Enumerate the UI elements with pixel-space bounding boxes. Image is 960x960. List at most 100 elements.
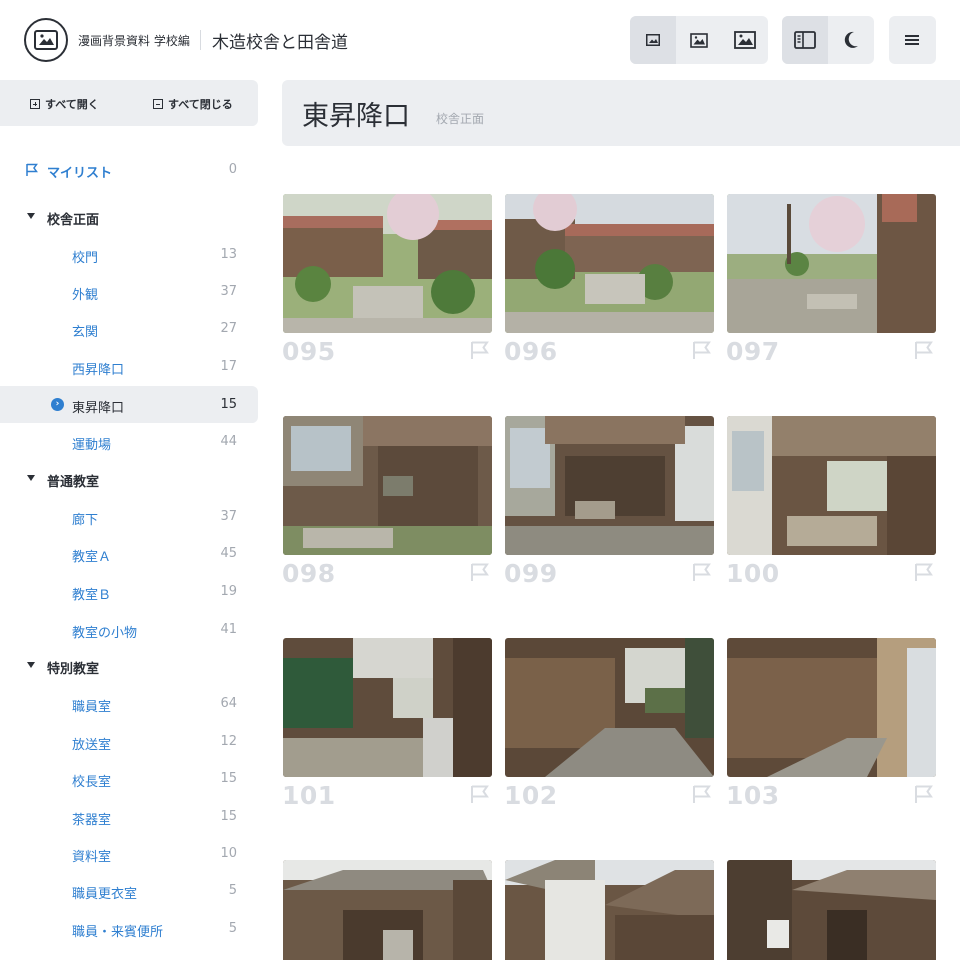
sidebar-toggle-button[interactable] (782, 16, 828, 64)
sidebar-item-count: 10 (220, 846, 237, 861)
sidebar-category[interactable]: 普通教室 (0, 460, 258, 497)
image-large-button[interactable] (722, 16, 768, 64)
photo-thumbnail[interactable] (505, 416, 714, 555)
caret-down-icon (27, 213, 35, 219)
image-small-button[interactable] (630, 16, 676, 64)
sidebar-item[interactable]: 教室Ａ 45 (0, 535, 258, 572)
sidebar-item[interactable]: 校門 13 (0, 236, 258, 273)
photo-card[interactable]: 101 (282, 638, 492, 810)
moon-icon (844, 31, 858, 48)
menu-group (889, 16, 936, 64)
sidebar-item[interactable]: 西昇降口 17 (0, 348, 258, 385)
photo-card[interactable]: 103 (726, 638, 936, 810)
sidebar-item-count: 5 (228, 921, 237, 936)
sidebar-item-label: 外観 (72, 288, 99, 303)
expand-all-button[interactable]: すべて開く (30, 96, 99, 112)
photo-card[interactable] (505, 860, 714, 960)
sidebar-item[interactable]: 運動場 44 (0, 423, 258, 460)
sidebar-item[interactable]: 職員・来賓便所 5 (0, 910, 258, 947)
sidebar-item-selected[interactable]: › 東昇降口 15 (0, 386, 258, 423)
collapse-all-label: すべて閉じる (168, 98, 233, 111)
page-breadcrumb: 校舎正面 (436, 112, 485, 126)
app-title: 木造校舎と田舎道 (212, 33, 348, 53)
photo-card[interactable]: 097 (726, 194, 936, 366)
caret-down-icon (27, 662, 35, 668)
sidebar-item-label: 西昇降口 (72, 363, 125, 378)
sidebar-item[interactable]: 廊下 37 (0, 498, 258, 535)
dark-mode-button[interactable] (828, 16, 874, 64)
image-medium-button[interactable] (676, 16, 722, 64)
sidebar-item[interactable]: 教室Ｂ 19 (0, 573, 258, 610)
photo-number: 097 (726, 337, 780, 366)
sidebar-item-count: 37 (220, 284, 237, 299)
photo-thumbnail[interactable] (727, 638, 936, 777)
sidebar-item-count: 27 (220, 321, 237, 336)
flag-icon[interactable] (470, 562, 490, 582)
sidebar-item-count: 44 (220, 434, 237, 449)
sidebar-category[interactable]: 校舎正面 (0, 198, 258, 235)
photo-thumbnail[interactable] (505, 638, 714, 777)
photo-thumbnail[interactable] (283, 194, 492, 333)
photo-card[interactable]: 100 (726, 416, 936, 588)
photo-thumbnail[interactable] (727, 860, 936, 960)
sidebar-category[interactable]: 特別教室 (0, 647, 258, 684)
photo-thumbnail[interactable] (283, 416, 492, 555)
expand-all-label: すべて開く (45, 98, 99, 111)
flag-icon[interactable] (692, 784, 712, 804)
sidebar-item[interactable]: 放送室 12 (0, 723, 258, 760)
flag-icon[interactable] (692, 340, 712, 360)
sidebar-item[interactable]: 玄関 27 (0, 310, 258, 347)
flag-icon[interactable] (914, 562, 934, 582)
sidebar-item-label: 教室Ｂ (72, 588, 112, 603)
menu-button[interactable] (889, 16, 935, 64)
photo-thumbnail[interactable] (283, 638, 492, 777)
photo-card[interactable]: 099 (504, 416, 714, 588)
sidebar-item-label: 資料室 (72, 850, 112, 865)
flag-icon[interactable] (914, 784, 934, 804)
chevron-right-circle-icon: › (51, 398, 64, 411)
photo-thumbnail[interactable] (727, 416, 936, 555)
category-label: 特別教室 (47, 662, 100, 677)
flag-icon[interactable] (470, 340, 490, 360)
sidebar-item-label: 職員室 (72, 700, 112, 715)
flag-icon[interactable] (914, 340, 934, 360)
photo-card[interactable] (727, 860, 936, 960)
sidebar-item[interactable]: 資料室 10 (0, 835, 258, 872)
photo-thumbnail[interactable] (727, 194, 936, 333)
minus-square-icon (153, 99, 163, 109)
photo-thumbnail[interactable] (283, 860, 492, 960)
collapse-all-button[interactable]: すべて閉じる (153, 96, 233, 112)
sidebar-item-count: 15 (220, 397, 237, 412)
sidebar-item-label: 廊下 (72, 513, 99, 528)
sidebar-item[interactable]: 教室の小物 41 (0, 611, 258, 648)
photo-card[interactable]: 102 (504, 638, 714, 810)
sidebar-item[interactable]: 職員室 64 (0, 685, 258, 722)
plus-square-icon (30, 99, 40, 109)
photo-card[interactable]: 098 (282, 416, 492, 588)
photo-thumbnail[interactable] (505, 860, 714, 960)
sidebar-item-label: 放送室 (72, 738, 112, 753)
photo-card[interactable]: 096 (504, 194, 714, 366)
sidebar-item-count: 13 (220, 247, 237, 262)
photo-card[interactable]: 095 (282, 194, 492, 366)
sidebar-item[interactable]: 校長室 15 (0, 760, 258, 797)
app-subtitle: 漫画背景資料 学校編 (78, 34, 190, 48)
logo-icon[interactable] (24, 18, 68, 62)
caret-down-icon (27, 475, 35, 481)
sidebar-icon (794, 31, 816, 49)
section-header: 東昇降口 校舎正面 (282, 80, 960, 146)
flag-icon (26, 163, 38, 176)
sidebar-item[interactable]: 職員更衣室 5 (0, 872, 258, 909)
flag-icon[interactable] (470, 784, 490, 804)
sidebar-item-label: マイリスト (47, 166, 113, 181)
sidebar-item-mylist[interactable]: マイリスト 0 (0, 151, 258, 188)
menu-icon (905, 35, 919, 45)
photo-thumbnail[interactable] (505, 194, 714, 333)
sidebar-item[interactable]: 茶器室 15 (0, 798, 258, 835)
sidebar-item-label: 玄関 (72, 325, 99, 340)
sidebar-item[interactable]: 外観 37 (0, 273, 258, 310)
sidebar-item-count: 0 (228, 162, 237, 177)
photo-card[interactable] (283, 860, 492, 960)
image-large-icon (734, 31, 756, 49)
flag-icon[interactable] (692, 562, 712, 582)
